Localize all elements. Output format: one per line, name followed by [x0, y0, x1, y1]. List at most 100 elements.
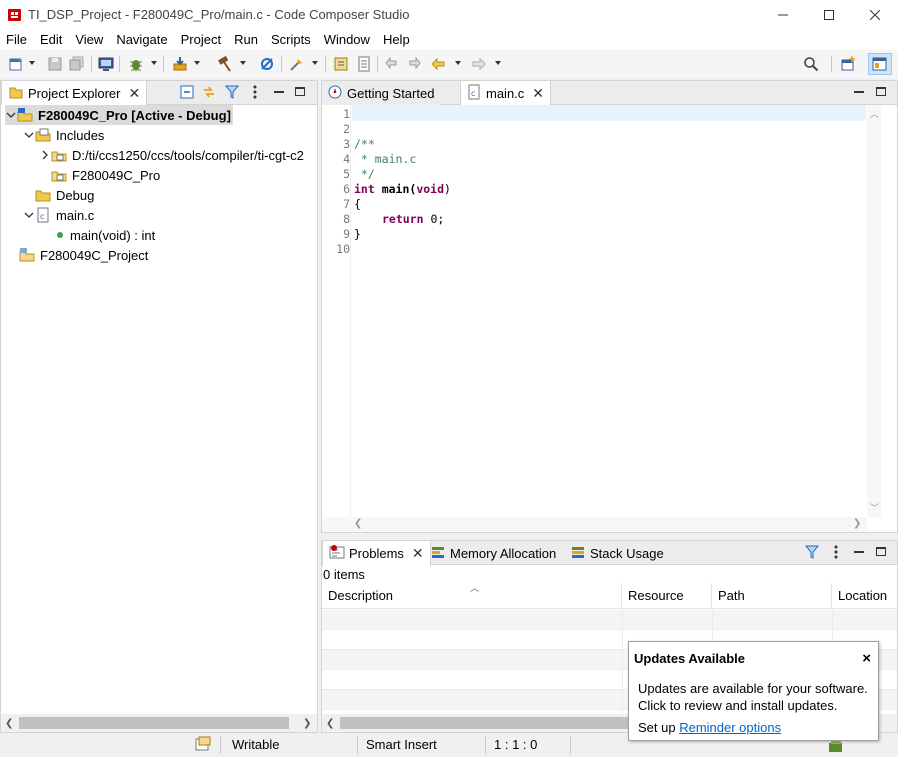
load-program-icon[interactable]: [171, 55, 189, 73]
filter-icon[interactable]: [804, 545, 820, 562]
forward-dropdown-arrow[interactable]: [495, 61, 501, 65]
back-dropdown-arrow[interactable]: [455, 61, 461, 65]
code-editor[interactable]: 1 2 3 4 5 6 7 8 9 10 /** * main.c */ int…: [322, 105, 897, 517]
tab-memory-allocation[interactable]: Memory Allocation: [425, 541, 562, 565]
column-header-path[interactable]: Path: [712, 583, 832, 609]
view-menu-icon[interactable]: [833, 545, 839, 562]
forward-arrow-icon[interactable]: [470, 55, 488, 73]
open-perspective-icon[interactable]: [840, 55, 858, 73]
open-type-icon[interactable]: [332, 55, 350, 73]
filter-icon[interactable]: [224, 85, 240, 102]
menu-window[interactable]: Window: [318, 30, 377, 50]
chevron-down-icon[interactable]: [5, 109, 17, 121]
new-file-icon[interactable]: [7, 55, 25, 73]
menu-scripts[interactable]: Scripts: [265, 30, 318, 50]
menu-project[interactable]: Project: [175, 30, 228, 50]
minimize-panel-icon[interactable]: [854, 551, 864, 553]
editor-hscrollbar[interactable]: ❮ ❯: [322, 517, 867, 532]
tree-item-function-main[interactable]: main(void) : int: [55, 225, 155, 245]
scroll-right-icon[interactable]: ❯: [853, 518, 861, 529]
tab-getting-started[interactable]: Getting Started: [322, 81, 441, 105]
updates-notification[interactable]: Updates Available × Updates are availabl…: [628, 641, 879, 741]
column-divider: [622, 610, 623, 714]
scroll-thumb[interactable]: [19, 717, 289, 729]
tools-dropdown-arrow[interactable]: [312, 61, 318, 65]
back-arrow-icon[interactable]: [429, 55, 447, 73]
last-edit-forward-icon[interactable]: [405, 55, 423, 73]
menu-file[interactable]: File: [0, 30, 34, 50]
tree-item-include-project[interactable]: F280049C_Pro: [51, 165, 160, 185]
tree-item-debug-folder[interactable]: Debug: [35, 185, 94, 205]
editor-vscrollbar[interactable]: ︿ ﹀: [867, 105, 881, 517]
tab-project-explorer[interactable]: Project Explorer ✕: [1, 81, 148, 106]
maximize-button[interactable]: [806, 0, 852, 30]
tab-problems[interactable]: Problems ✕: [322, 541, 431, 566]
project-explorer-hscrollbar[interactable]: ❮ ❯: [1, 714, 317, 732]
search-icon[interactable]: [802, 55, 820, 73]
maximize-panel-icon[interactable]: [876, 87, 886, 96]
close-notification-icon[interactable]: ×: [862, 650, 871, 667]
build-hammer-icon[interactable]: [216, 55, 234, 73]
menu-view[interactable]: View: [69, 30, 110, 50]
debug-dropdown-arrow[interactable]: [151, 61, 157, 65]
tab-label: main.c: [486, 86, 525, 101]
line-number: 9: [343, 227, 350, 241]
load-dropdown-arrow[interactable]: [194, 61, 200, 65]
line-number: 3: [343, 137, 350, 151]
collapse-all-icon[interactable]: [180, 85, 194, 102]
minimize-panel-icon[interactable]: [854, 91, 864, 93]
ccs-app-icon: [7, 7, 22, 22]
c-file-icon: c: [467, 84, 481, 103]
new-dropdown-arrow[interactable]: [29, 61, 35, 65]
close-tab-icon[interactable]: ✕: [532, 85, 544, 102]
tree-item-include-path[interactable]: D:/ti/ccs1250/ccs/tools/compiler/ti-cgt-…: [39, 145, 304, 165]
tab-stack-usage[interactable]: Stack Usage: [565, 541, 670, 565]
chevron-down-icon[interactable]: [23, 129, 35, 141]
close-window-button[interactable]: [852, 0, 898, 30]
maximize-panel-icon[interactable]: [295, 87, 305, 96]
tree-item-second-project[interactable]: F280049C_Project: [19, 245, 148, 265]
open-task-icon[interactable]: [355, 55, 373, 73]
external-tools-icon[interactable]: [288, 55, 306, 73]
chevron-down-icon[interactable]: [23, 209, 35, 221]
save-all-icon[interactable]: [68, 55, 86, 73]
column-header-location[interactable]: Location: [832, 583, 897, 609]
scroll-thumb[interactable]: [340, 717, 630, 729]
terminal-icon[interactable]: [97, 55, 115, 73]
close-tab-icon[interactable]: ✕: [128, 85, 140, 102]
menu-help[interactable]: Help: [377, 30, 417, 50]
close-tab-icon[interactable]: ✕: [412, 545, 424, 562]
scroll-down-icon[interactable]: ﹀: [870, 501, 879, 514]
menu-edit[interactable]: Edit: [34, 30, 69, 50]
tree-item-includes[interactable]: Includes: [23, 125, 104, 145]
maximize-panel-icon[interactable]: [876, 547, 886, 556]
tree-item-main-c[interactable]: c main.c: [23, 205, 94, 225]
reminder-options-link[interactable]: Reminder options: [679, 720, 781, 735]
notification-message-line2[interactable]: Click to review and install updates.: [638, 698, 837, 713]
last-edit-back-icon[interactable]: [383, 55, 401, 73]
debug-icon[interactable]: [127, 55, 145, 73]
menu-run[interactable]: Run: [228, 30, 265, 50]
view-menu-icon[interactable]: [252, 85, 258, 102]
link-with-editor-icon[interactable]: [201, 84, 217, 103]
ccs-edit-perspective-button[interactable]: [868, 53, 892, 75]
save-icon[interactable]: [46, 55, 64, 73]
scroll-up-icon[interactable]: ︿: [870, 107, 879, 120]
tab-main-c[interactable]: c main.c ✕: [460, 81, 552, 106]
scroll-left-icon[interactable]: ❮: [354, 518, 362, 529]
scroll-left-icon[interactable]: ❮: [326, 718, 334, 729]
project-explorer-icon: [8, 84, 24, 103]
tree-item-active-project[interactable]: F280049C_Pro [Active - Debug]: [5, 105, 233, 125]
menu-navigate[interactable]: Navigate: [110, 30, 174, 50]
minimize-panel-icon[interactable]: [274, 91, 284, 93]
scroll-left-icon[interactable]: ❮: [5, 718, 13, 729]
chevron-right-icon[interactable]: [39, 149, 51, 161]
build-dropdown-arrow[interactable]: [240, 61, 246, 65]
column-header-resource[interactable]: Resource: [622, 583, 712, 609]
include-folder-icon: [51, 147, 67, 163]
connect-icon[interactable]: [258, 55, 276, 73]
minimize-button[interactable]: [760, 0, 806, 30]
scroll-right-icon[interactable]: ❯: [303, 718, 311, 729]
title-bar: TI_DSP_Project - F280049C_Pro/main.c - C…: [0, 0, 898, 30]
progress-icon[interactable]: [828, 739, 844, 756]
